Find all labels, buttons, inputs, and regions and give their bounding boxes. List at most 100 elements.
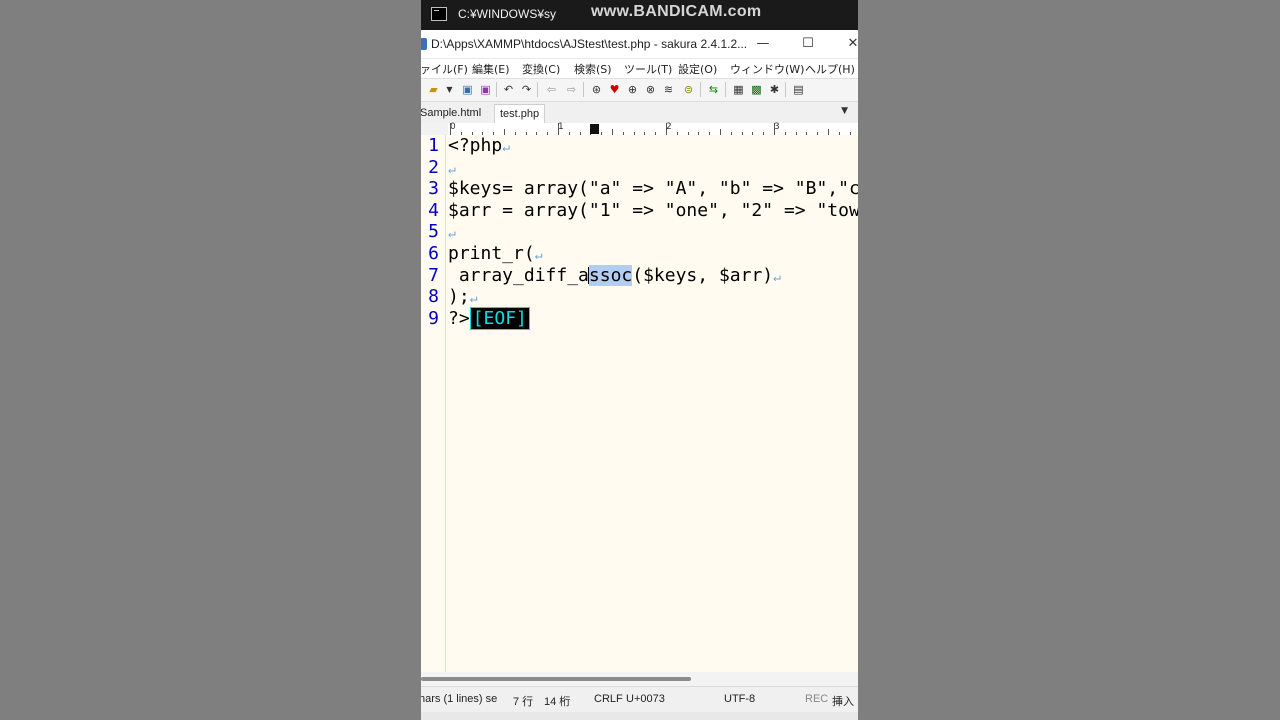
status-bar: hars (1 lines) se 7 行 14 桁 CRLF U+0073 U…	[421, 686, 858, 713]
code-text: $keys= array("a" => "A", "b" => "B","c	[448, 178, 858, 200]
menu-tools[interactable]: ツール(T)	[624, 61, 672, 77]
status-column: 14 桁	[544, 696, 571, 708]
sakura-app-icon	[421, 38, 427, 50]
toolbar-separator	[583, 82, 584, 97]
horizontal-scrollbar[interactable]	[421, 672, 858, 686]
line-number: 1	[428, 135, 439, 156]
status-line: 7 行	[513, 696, 534, 708]
line-number: 7	[428, 264, 439, 286]
save-all-icon[interactable]: ▣	[478, 82, 493, 97]
background-left	[0, 0, 421, 720]
dropdown-arrow-icon[interactable]: ▼	[442, 82, 457, 97]
ruler-tick	[558, 123, 559, 135]
eol-icon: ↵	[448, 226, 456, 242]
tab-bar: Sample.html test.php ▼	[421, 102, 858, 124]
code-area[interactable]: <?php↵ ↵ $keys= array("a" => "A", "b" =>…	[448, 135, 858, 672]
eol-icon: ↵	[773, 269, 781, 285]
tab-sample-html[interactable]: Sample.html	[421, 104, 486, 123]
code-text: <?php	[448, 135, 503, 156]
search-icon[interactable]: ⊛	[589, 82, 604, 97]
line-number: 3	[428, 178, 439, 200]
line-number: 2	[428, 156, 439, 178]
bandicam-watermark: www.BANDICAM.com	[591, 3, 762, 20]
code-line: array_diff_assoc($keys, $arr)↵	[448, 264, 781, 289]
status-insert-mode: 挿入	[832, 696, 854, 708]
eol-icon: ↵	[502, 140, 511, 155]
toolbar-separator	[700, 82, 701, 97]
console-title: C:¥WINDOWS¥sy	[458, 7, 557, 21]
code-line: $keys= array("a" => "A", "b" => "B","c	[448, 178, 858, 200]
menu-window[interactable]: ウィンドウ(W)	[730, 61, 804, 77]
toolbar-separator	[725, 82, 726, 97]
eol-icon: ↵	[469, 291, 478, 307]
code-text: array_diff_a	[448, 264, 589, 286]
menu-search[interactable]: 検索(S)	[574, 61, 612, 77]
compare-icon[interactable]: ⇆	[706, 82, 721, 97]
window-title: D:\Apps\XAMMP\htdocs\AJStest\test.php - …	[431, 37, 748, 51]
ruler-tick	[450, 123, 451, 135]
line-number: 5	[428, 221, 439, 243]
toolbar-separator	[537, 82, 538, 97]
back-icon[interactable]: ⇦	[544, 82, 559, 97]
line-number-gutter: 1 2 3 4 5 6 7 8 9	[421, 135, 446, 672]
menu-settings[interactable]: 設定(O)	[678, 61, 717, 77]
code-text: print_r(	[448, 243, 535, 264]
status-newline: CRLF	[594, 693, 623, 705]
forward-icon[interactable]: ⇨	[564, 82, 579, 97]
settings-icon[interactable]: ✱	[767, 82, 782, 97]
editor[interactable]: 1 2 3 4 5 6 7 8 9 <?php↵ ↵ $keys= array(…	[421, 135, 858, 672]
replace-icon[interactable]: ⊗	[643, 82, 658, 97]
eof-marker: [EOF]	[469, 306, 530, 330]
code-text: );	[448, 286, 470, 308]
code-text: ($keys, $arr)	[632, 264, 774, 286]
macro-icon[interactable]: ▩	[749, 82, 764, 97]
scrollbar-thumb[interactable]	[421, 677, 691, 681]
eol-icon: ↵	[534, 248, 543, 263]
maximize-button[interactable]: ☐	[794, 34, 822, 54]
code-line: ?> [EOF]	[448, 306, 530, 330]
redo-icon[interactable]: ↷	[519, 82, 534, 97]
eol-icon: ↵	[448, 161, 456, 177]
open-folder-icon[interactable]: ▰	[426, 82, 441, 97]
undo-icon[interactable]: ↶	[501, 82, 516, 97]
font-icon[interactable]: ▤	[791, 82, 806, 97]
line-number: 9	[428, 307, 439, 329]
console-icon	[431, 7, 447, 21]
code-line: print_r(↵	[448, 243, 543, 267]
ruler-tick	[666, 123, 667, 135]
line-number: 4	[428, 199, 439, 221]
toolbar-separator	[496, 82, 497, 97]
capture-frame: C:¥WINDOWS¥sy www.BANDICAM.com D:\Apps\X…	[421, 0, 858, 720]
code-text: $arr = array("1" => "one", "2" => "tow	[448, 199, 858, 221]
toolbar-separator	[785, 82, 786, 97]
grep-icon[interactable]: ≋	[661, 82, 676, 97]
ruler-cursor-marker	[590, 124, 599, 134]
line-number: 6	[428, 243, 439, 264]
selected-text: ssoc	[588, 264, 633, 286]
search-prev-icon[interactable]: ♥	[607, 82, 622, 97]
menu-convert[interactable]: 変換(C)	[522, 61, 560, 77]
ruler-tick	[774, 123, 775, 135]
status-encoding: UTF-8	[724, 693, 756, 705]
code-text: ?>	[448, 307, 470, 329]
window-bottom-edge	[421, 712, 858, 720]
close-button[interactable]: ✕	[839, 34, 858, 54]
menu-file[interactable]: ァイル(F)	[421, 61, 468, 77]
toolbar: ▰ ▼ ▣ ▣ ↶ ↷ ⇦ ⇨ ⊛ ♥ ⊕ ⊗ ≋ ⊜ ⇆ ▦ ▩ ✱ ▤	[421, 78, 858, 102]
menu-bar: ァイル(F) 編集(E) 変換(C) 検索(S) ツール(T) 設定(O) ウィ…	[421, 59, 858, 78]
outline-icon[interactable]: ▦	[731, 82, 746, 97]
code-line: <?php↵	[448, 135, 510, 159]
search-next-icon[interactable]: ⊕	[625, 82, 640, 97]
tab-test-php[interactable]: test.php	[494, 104, 546, 124]
menu-help[interactable]: ヘルプ(H)	[805, 61, 855, 77]
menu-edit[interactable]: 編集(E)	[472, 61, 510, 77]
save-icon[interactable]: ▣	[460, 82, 475, 97]
status-rec: REC	[805, 693, 829, 705]
window-title-bar: D:\Apps\XAMMP\htdocs\AJStest\test.php - …	[421, 30, 858, 59]
tab-list-dropdown-icon[interactable]: ▼	[841, 106, 848, 116]
jump-icon[interactable]: ⊜	[681, 82, 696, 97]
console-title-bar: C:¥WINDOWS¥sy www.BANDICAM.com	[421, 0, 858, 30]
minimize-button[interactable]: —	[749, 34, 777, 54]
code-line: $arr = array("1" => "one", "2" => "tow	[448, 200, 858, 222]
code-line: ↵	[448, 157, 456, 181]
